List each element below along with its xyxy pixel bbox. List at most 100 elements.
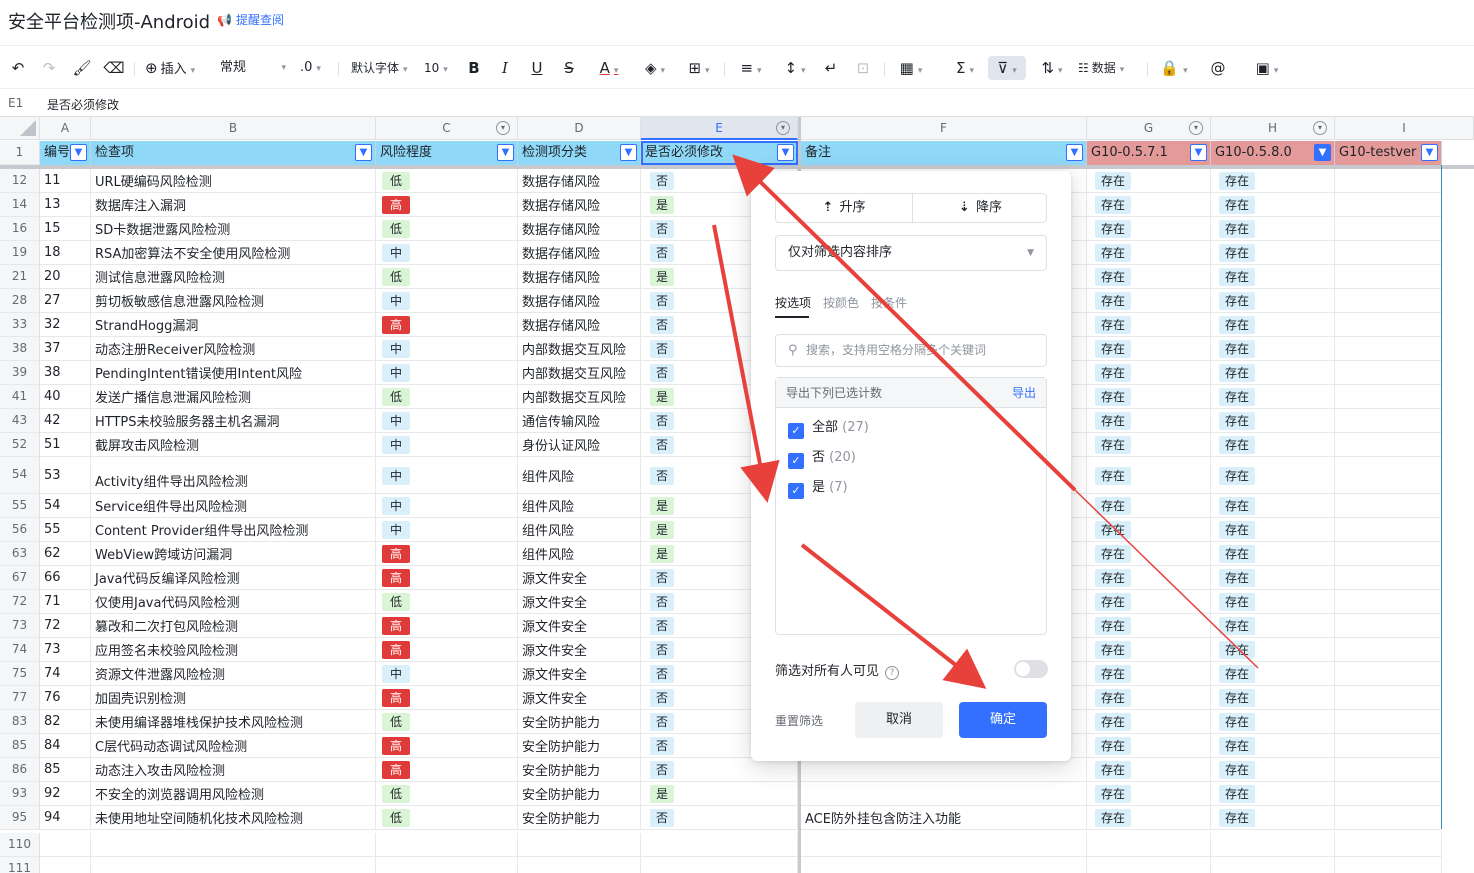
row-header[interactable]: 28 xyxy=(0,289,40,313)
strikethrough-icon[interactable]: S xyxy=(558,56,580,80)
cell[interactable]: 中 xyxy=(376,241,518,265)
empty-cell[interactable] xyxy=(641,857,798,873)
cell[interactable]: 测试信息泄露风险检测 xyxy=(91,265,376,289)
column-header-e[interactable]: E ▾ xyxy=(641,117,798,140)
cell[interactable]: 否 xyxy=(641,806,798,830)
row-header[interactable]: 63 xyxy=(0,542,40,566)
cell[interactable]: 存在 xyxy=(1087,590,1211,614)
tab-by-value[interactable]: 按选项 xyxy=(775,294,811,311)
cell[interactable]: 存在 xyxy=(1211,289,1335,313)
cell[interactable]: 32 xyxy=(40,313,91,337)
empty-cell[interactable] xyxy=(518,833,641,857)
cell[interactable]: 存在 xyxy=(1087,782,1211,806)
cell[interactable] xyxy=(1335,265,1442,289)
cell[interactable]: 存在 xyxy=(1211,590,1335,614)
cell[interactable]: 数据库注入漏洞 xyxy=(91,193,376,217)
format-painter-icon[interactable]: 🖌 xyxy=(71,56,93,80)
row-header[interactable]: 41 xyxy=(0,385,40,409)
cell[interactable]: 存在 xyxy=(1087,313,1211,337)
help-icon[interactable]: ? xyxy=(885,666,900,680)
cell[interactable]: 否 xyxy=(641,758,798,782)
cell[interactable]: 源文件安全 xyxy=(518,686,641,710)
cell[interactable]: 存在 xyxy=(1211,337,1335,361)
cell[interactable] xyxy=(1335,337,1442,361)
cell[interactable]: 内部数据交互风险 xyxy=(518,361,641,385)
cell[interactable] xyxy=(1335,734,1442,758)
cell[interactable]: Content Provider组件导出风险检测 xyxy=(91,518,376,542)
row-header[interactable]: 85 xyxy=(0,734,40,758)
cell[interactable]: 中 xyxy=(376,457,518,494)
cell[interactable]: 存在 xyxy=(1087,542,1211,566)
cell[interactable]: 73 xyxy=(40,638,91,662)
cell[interactable]: ACE防外挂包含防注入功能 xyxy=(801,806,1087,830)
filter-icon[interactable]: ▼ xyxy=(1190,144,1207,161)
checkbox-checked-icon[interactable]: ✓ xyxy=(788,423,804,439)
cell[interactable]: 74 xyxy=(40,662,91,686)
cell[interactable]: 高 xyxy=(376,638,518,662)
cell[interactable]: URL硬编码风险检测 xyxy=(91,169,376,193)
cell[interactable]: 38 xyxy=(40,361,91,385)
cell[interactable] xyxy=(1335,806,1442,830)
cell[interactable] xyxy=(1335,217,1442,241)
cell[interactable]: 剪切板敏感信息泄露风险检测 xyxy=(91,289,376,313)
cell[interactable]: 84 xyxy=(40,734,91,758)
cell[interactable]: 中 xyxy=(376,662,518,686)
row-header[interactable]: 55 xyxy=(0,494,40,518)
cell[interactable]: 存在 xyxy=(1211,169,1335,193)
cell[interactable] xyxy=(1335,518,1442,542)
cell[interactable]: 中 xyxy=(376,337,518,361)
cell[interactable] xyxy=(1335,193,1442,217)
column-header-i[interactable]: I xyxy=(1335,117,1474,140)
cell[interactable] xyxy=(1335,409,1442,433)
chevron-down-icon[interactable]: ▾ xyxy=(776,121,790,135)
cell[interactable]: 低 xyxy=(376,385,518,409)
cell[interactable]: 低 xyxy=(376,169,518,193)
filter-icon[interactable]: ▼ xyxy=(1421,144,1438,161)
column-header-c[interactable]: C ▾ xyxy=(376,117,518,140)
cell[interactable]: 高 xyxy=(376,758,518,782)
cell[interactable] xyxy=(1335,457,1442,494)
cell[interactable]: 加固壳识别检测 xyxy=(91,686,376,710)
cell[interactable]: 身份认证风险 xyxy=(518,433,641,457)
cell[interactable]: 71 xyxy=(40,590,91,614)
cell[interactable]: 低 xyxy=(376,806,518,830)
row-header[interactable]: 73 xyxy=(0,614,40,638)
cell[interactable]: 15 xyxy=(40,217,91,241)
cell[interactable]: 72 xyxy=(40,614,91,638)
cell[interactable]: 存在 xyxy=(1087,686,1211,710)
row-header[interactable]: 54 xyxy=(0,457,40,494)
formula-input[interactable]: 是否必须修改 xyxy=(47,96,119,113)
cell[interactable]: Service组件导出风险检测 xyxy=(91,494,376,518)
insert-button[interactable]: ⊕ 插入 xyxy=(145,56,195,80)
row-header[interactable]: 52 xyxy=(0,433,40,457)
row-header[interactable]: 16 xyxy=(0,217,40,241)
lock-icon[interactable]: 🔒 xyxy=(1157,56,1191,80)
cell[interactable]: 存在 xyxy=(1087,385,1211,409)
cell[interactable] xyxy=(1335,710,1442,734)
cell[interactable]: 源文件安全 xyxy=(518,566,641,590)
fill-color-icon[interactable]: ◈ xyxy=(638,56,672,80)
cell[interactable] xyxy=(1335,686,1442,710)
cell[interactable]: 安全防护能力 xyxy=(518,734,641,758)
chevron-down-icon[interactable]: ▾ xyxy=(1313,121,1327,135)
chevron-down-icon[interactable]: ▾ xyxy=(1189,121,1203,135)
cell[interactable]: 源文件安全 xyxy=(518,638,641,662)
cell[interactable]: 92 xyxy=(40,782,91,806)
row-header[interactable]: 111 xyxy=(0,857,40,873)
cell[interactable]: 存在 xyxy=(1087,265,1211,289)
cell[interactable]: 存在 xyxy=(1211,542,1335,566)
cell[interactable]: 85 xyxy=(40,758,91,782)
empty-cell[interactable] xyxy=(1087,833,1211,857)
redo-icon[interactable]: ↷ xyxy=(38,56,60,80)
cell[interactable]: 组件风险 xyxy=(518,457,641,494)
cell[interactable]: 中 xyxy=(376,409,518,433)
cell[interactable]: 内部数据交互风险 xyxy=(518,337,641,361)
underline-icon[interactable]: U xyxy=(526,56,548,80)
cell[interactable]: 源文件安全 xyxy=(518,662,641,686)
cell[interactable] xyxy=(1335,169,1442,193)
cell[interactable]: 存在 xyxy=(1211,457,1335,494)
cell[interactable]: 安全防护能力 xyxy=(518,710,641,734)
chevron-down-icon[interactable]: ▾ xyxy=(496,121,510,135)
cell[interactable]: 数据存储风险 xyxy=(518,313,641,337)
font-color-icon[interactable]: A xyxy=(592,56,626,80)
